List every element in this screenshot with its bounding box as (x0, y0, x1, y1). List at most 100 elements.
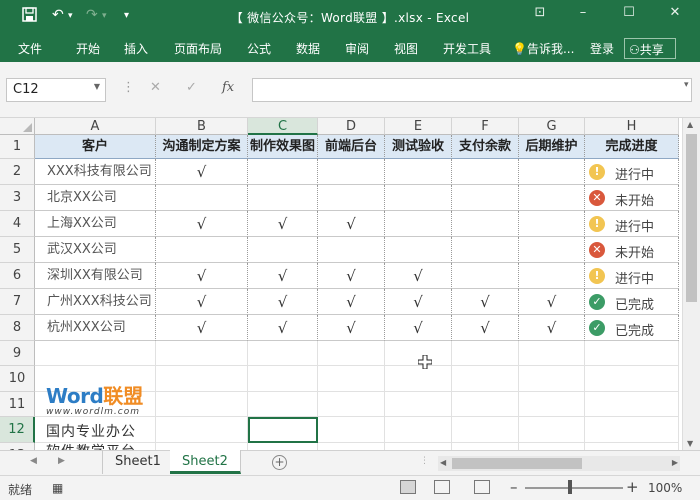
stage-check-cell[interactable]: √ (318, 263, 385, 289)
sheet-tab-sheet1[interactable]: Sheet1 (102, 450, 174, 474)
stage-check-cell[interactable] (452, 237, 519, 263)
tab-data[interactable]: 数据 (296, 40, 320, 57)
empty-cell[interactable] (35, 341, 156, 366)
column-header-a[interactable]: A (35, 118, 156, 135)
scroll-right-icon[interactable]: ▶ (672, 458, 678, 467)
row-header-3[interactable]: 3 (0, 185, 35, 211)
stage-check-cell[interactable] (519, 211, 585, 237)
scroll-left-icon[interactable]: ◀ (440, 458, 446, 467)
empty-cell[interactable] (248, 366, 318, 392)
empty-cell[interactable] (452, 392, 519, 417)
empty-cell[interactable] (585, 417, 679, 443)
tab-splitter-icon[interactable]: ⋮ (420, 456, 429, 466)
column-header-f[interactable]: F (452, 118, 519, 135)
chevron-down-icon[interactable]: ▼ (94, 82, 100, 91)
empty-cell[interactable] (318, 366, 385, 392)
stage-check-cell[interactable] (156, 185, 248, 211)
horizontal-scroll-thumb[interactable] (452, 458, 582, 469)
empty-cell[interactable] (585, 341, 679, 366)
header-cell[interactable]: 制作效果图 (248, 135, 318, 159)
stage-check-cell[interactable]: √ (385, 263, 452, 289)
row-header-11[interactable]: 11 (0, 392, 35, 417)
scroll-thumb[interactable] (686, 134, 697, 302)
header-cell[interactable]: 前端后台 (318, 135, 385, 159)
row-header-5[interactable]: 5 (0, 237, 35, 263)
vertical-scrollbar[interactable]: ▲ ▼ (682, 118, 700, 450)
header-cell[interactable]: 后期维护 (519, 135, 585, 159)
page-layout-view-icon[interactable] (434, 480, 450, 494)
expand-formula-bar-icon[interactable]: ▾ (684, 80, 689, 90)
stage-check-cell[interactable]: √ (156, 211, 248, 237)
header-cell[interactable]: 测试验收 (385, 135, 452, 159)
row-header-8[interactable]: 8 (0, 315, 35, 341)
client-name-cell[interactable]: 广州XXX科技公司 (35, 289, 156, 315)
stage-check-cell[interactable]: √ (318, 289, 385, 315)
empty-cell[interactable] (248, 443, 318, 450)
empty-cell[interactable] (452, 366, 519, 392)
client-name-cell[interactable]: 北京XX公司 (35, 185, 156, 211)
header-cell[interactable]: 沟通制定方案 (156, 135, 248, 159)
empty-cell[interactable] (385, 417, 452, 443)
stage-check-cell[interactable]: √ (156, 263, 248, 289)
client-name-cell[interactable]: XXX科技有限公司 (35, 159, 156, 185)
empty-cell[interactable] (519, 443, 585, 450)
stage-check-cell[interactable]: √ (452, 315, 519, 341)
page-break-view-icon[interactable] (474, 480, 490, 494)
stage-check-cell[interactable] (156, 237, 248, 263)
empty-cell[interactable] (452, 341, 519, 366)
insert-function-icon[interactable]: fx (222, 80, 234, 95)
stage-check-cell[interactable]: √ (519, 315, 585, 341)
stage-check-cell[interactable]: √ (385, 289, 452, 315)
tab-home[interactable]: 开始 (76, 40, 100, 57)
empty-cell[interactable] (248, 341, 318, 366)
stage-check-cell[interactable]: √ (156, 159, 248, 185)
empty-cell[interactable] (452, 443, 519, 450)
minimize-icon[interactable]: – (568, 5, 598, 20)
stage-check-cell[interactable]: √ (318, 315, 385, 341)
zoom-slider-handle[interactable] (568, 480, 572, 494)
stage-check-cell[interactable] (452, 263, 519, 289)
stage-check-cell[interactable]: √ (385, 315, 452, 341)
stage-check-cell[interactable] (519, 159, 585, 185)
column-header-d[interactable]: D (318, 118, 385, 135)
add-sheet-icon[interactable]: + (272, 455, 287, 470)
stage-check-cell[interactable]: √ (248, 289, 318, 315)
empty-cell[interactable] (585, 366, 679, 392)
empty-cell[interactable] (156, 392, 248, 417)
stage-check-cell[interactable] (385, 159, 452, 185)
empty-cell[interactable] (156, 366, 248, 392)
stage-check-cell[interactable] (519, 185, 585, 211)
zoom-slider[interactable] (525, 487, 623, 489)
row-header-4[interactable]: 4 (0, 211, 35, 237)
empty-cell[interactable] (318, 392, 385, 417)
tell-me-search[interactable]: 💡告诉我... (512, 40, 574, 57)
stage-check-cell[interactable] (248, 159, 318, 185)
normal-view-icon[interactable] (400, 480, 416, 494)
stage-check-cell[interactable] (318, 159, 385, 185)
row-header-12[interactable]: 12 (0, 417, 35, 443)
empty-cell[interactable] (318, 417, 385, 443)
sheet-tab-sheet2[interactable]: Sheet2 (170, 450, 241, 474)
empty-cell[interactable] (156, 417, 248, 443)
row-header-2[interactable]: 2 (0, 159, 35, 185)
stage-check-cell[interactable] (385, 211, 452, 237)
empty-cell[interactable] (385, 366, 452, 392)
status-cell[interactable]: ! 进行中 (585, 211, 679, 237)
client-name-cell[interactable]: 深圳XX有限公司 (35, 263, 156, 289)
column-header-g[interactable]: G (519, 118, 585, 135)
column-header-h[interactable]: H (585, 118, 679, 135)
tab-page-layout[interactable]: 页面布局 (174, 40, 222, 57)
empty-cell[interactable] (519, 366, 585, 392)
worksheet-grid[interactable]: ABCDEFGH 12345678910111213 客户沟通制定方案制作效果图… (0, 118, 700, 450)
zoom-out-icon[interactable]: – (510, 478, 518, 496)
stage-check-cell[interactable]: √ (248, 211, 318, 237)
close-icon[interactable]: ✕ (660, 5, 690, 20)
maximize-icon[interactable]: ☐ (614, 5, 644, 20)
empty-cell[interactable] (156, 341, 248, 366)
column-header-c[interactable]: C (248, 118, 318, 135)
prev-sheet-icon[interactable]: ◀ (30, 456, 37, 466)
stage-check-cell[interactable]: √ (318, 211, 385, 237)
stage-check-cell[interactable] (318, 237, 385, 263)
header-cell[interactable]: 支付余款 (452, 135, 519, 159)
stage-check-cell[interactable]: √ (156, 315, 248, 341)
